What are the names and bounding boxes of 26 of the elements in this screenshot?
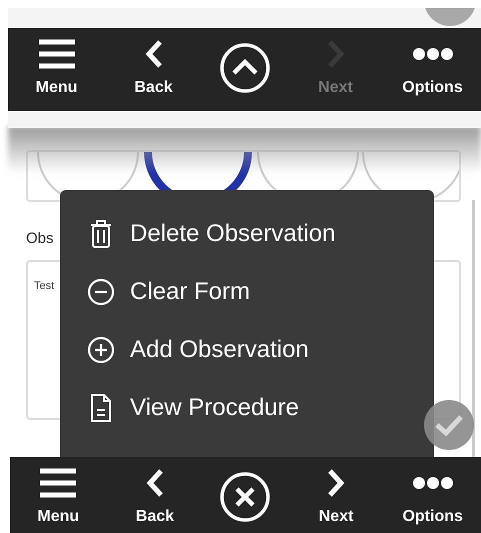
plus-circle-icon bbox=[87, 336, 115, 364]
toolbar-button[interactable]: Menu bbox=[20, 38, 92, 96]
toolbar-button[interactable]: Options bbox=[396, 38, 468, 96]
back-icon bbox=[144, 468, 165, 498]
close-icon[interactable] bbox=[219, 471, 272, 523]
toolbar-button[interactable]: Back bbox=[118, 467, 191, 525]
more-icon bbox=[412, 476, 453, 490]
trash-icon bbox=[88, 219, 114, 249]
toolbar-button[interactable]: Options bbox=[396, 467, 469, 525]
menu-item[interactable]: Clear Form bbox=[86, 274, 250, 310]
document-icon bbox=[88, 393, 114, 423]
toolbar-button[interactable]: Menu bbox=[22, 467, 94, 525]
menu-icon bbox=[38, 38, 76, 70]
field-label: Obs bbox=[26, 229, 54, 249]
menu-icon bbox=[39, 467, 78, 499]
minus-circle-icon bbox=[87, 278, 115, 306]
toolbar-button[interactable]: Back bbox=[118, 38, 190, 96]
check-icon bbox=[434, 414, 464, 436]
toolbar-button[interactable]: Next bbox=[300, 467, 372, 525]
scroll-up-icon[interactable] bbox=[218, 42, 270, 94]
back-icon bbox=[144, 39, 164, 69]
menu-item[interactable]: Add Observation bbox=[86, 332, 309, 368]
more-icon bbox=[412, 47, 452, 61]
next-icon bbox=[326, 468, 346, 498]
menu-item[interactable]: View Procedure bbox=[86, 390, 299, 426]
menu-item[interactable]: Delete Observation bbox=[86, 216, 336, 252]
